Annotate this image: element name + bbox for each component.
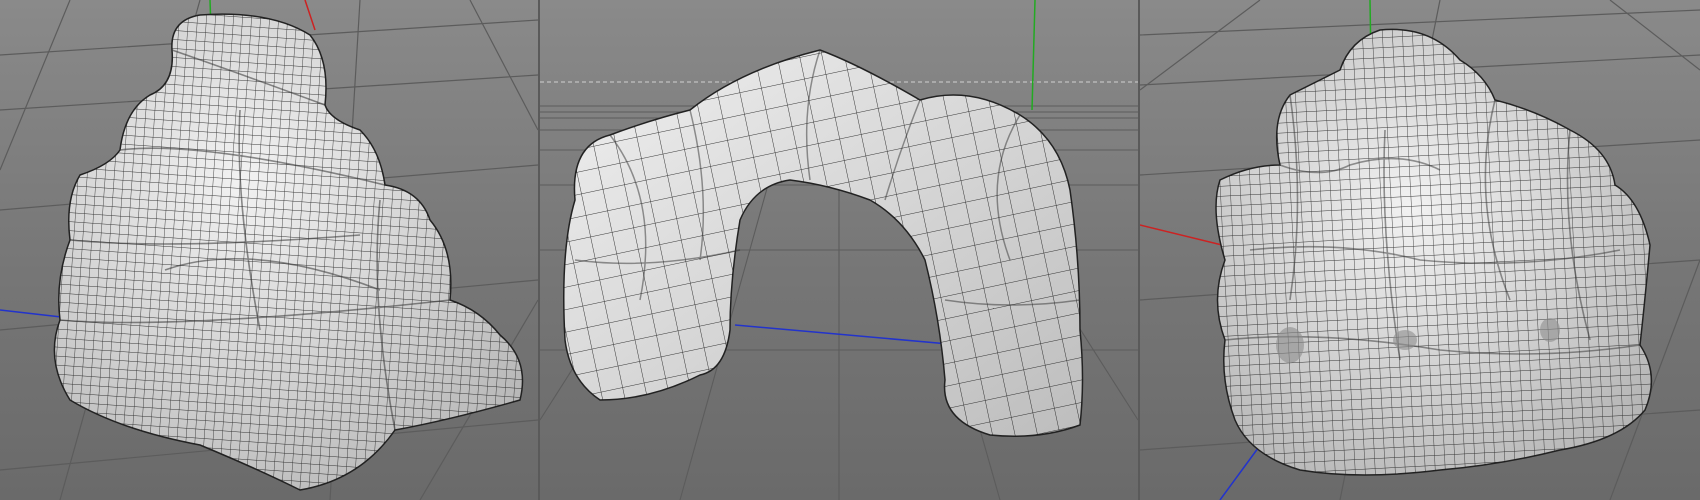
viewport-right[interactable] [1140,0,1700,500]
axis-x-line [304,0,316,31]
viewport-middle-canvas [540,0,1138,500]
axis-z-line [734,324,961,346]
round-rock-mesh[interactable] [1215,28,1653,476]
axis-x-line [1140,224,1223,246]
axis-y-line [1031,0,1036,111]
rock-arch-mesh[interactable] [563,49,1084,437]
viewport-right-canvas [1140,0,1700,500]
stacked-rock-mesh[interactable] [53,13,524,491]
viewport-middle[interactable] [538,0,1140,500]
screenshot-strip [0,0,1700,500]
viewport-left-canvas [0,0,538,500]
viewport-left[interactable] [0,0,538,500]
